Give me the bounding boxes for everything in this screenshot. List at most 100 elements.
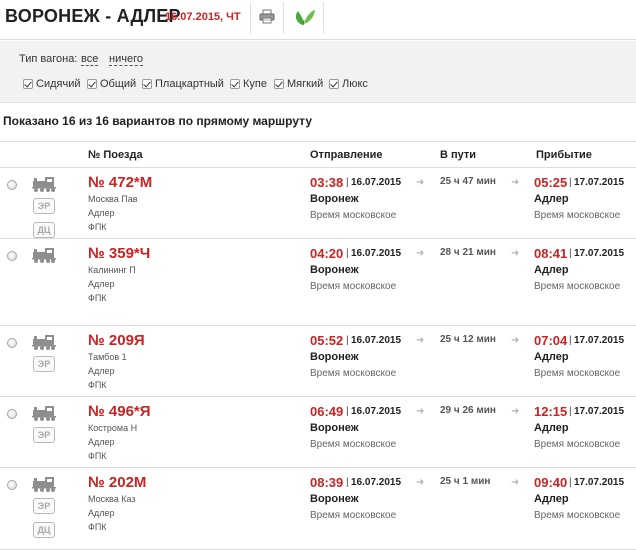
arrival-city: Адлер: [534, 264, 569, 276]
train-number[interactable]: № 202М: [88, 474, 146, 491]
column-departure[interactable]: Отправление: [310, 149, 383, 161]
arrow-right-icon: ➜: [511, 248, 520, 259]
departure-time: 05:52: [310, 333, 344, 348]
train-select-radio[interactable]: [7, 409, 17, 419]
separator: |: [569, 177, 572, 188]
arrival-city: Адлер: [534, 493, 569, 505]
departure-time: 08:39: [310, 475, 344, 490]
arrow-right-icon: ➜: [416, 177, 425, 188]
arrival-date: 17.07.2015: [574, 477, 625, 488]
separator: |: [346, 177, 349, 188]
checkbox-platskart[interactable]: Плацкартный: [142, 77, 224, 91]
departure-timezone: Время московское: [310, 510, 397, 521]
arrival-city: Адлер: [534, 193, 569, 205]
column-arrival[interactable]: Прибытие: [536, 149, 592, 161]
departure-date: 16.07.2015: [351, 177, 402, 188]
service-badge: ЭР: [33, 498, 55, 514]
travel-duration: 28 ч 21 мин: [440, 247, 496, 258]
arrival-city: Адлер: [534, 422, 569, 434]
travel-duration: 29 ч 26 мин: [440, 405, 496, 416]
car-type-filter: Тип вагона: все ничего Сидячий Общий Пла…: [0, 41, 636, 103]
arrival-timezone: Время московское: [534, 368, 621, 379]
departure-time: 03:38: [310, 175, 344, 190]
train-number[interactable]: № 472*М: [88, 174, 152, 191]
checkbox-box[interactable]: [329, 79, 339, 89]
train-number[interactable]: № 209Я: [88, 332, 145, 349]
green-leaves-icon[interactable]: [292, 7, 316, 27]
train-number[interactable]: № 359*Ч: [88, 245, 150, 262]
train-select-radio[interactable]: [7, 251, 17, 261]
departure-timezone: Время московское: [310, 210, 397, 221]
train-origin: Москва Каз: [88, 494, 136, 504]
arrival-date: 17.07.2015: [574, 335, 625, 346]
train-number[interactable]: № 496*Я: [88, 403, 151, 420]
checkbox-soft[interactable]: Мягкий: [274, 77, 323, 91]
checkbox-box[interactable]: [142, 79, 152, 89]
arrow-right-icon: ➜: [511, 406, 520, 417]
train-icon: [32, 334, 56, 350]
train-select-radio[interactable]: [7, 480, 17, 490]
service-badge: ЭР: [33, 198, 55, 214]
separator: |: [569, 335, 572, 346]
arrow-right-icon: ➜: [416, 477, 425, 488]
column-duration[interactable]: В пути: [440, 149, 476, 161]
results-summary: Показано 16 из 16 вариантов по прямому м…: [3, 114, 313, 128]
column-train: № Поезда: [88, 149, 143, 161]
service-badge: ДЦ: [33, 522, 55, 538]
arrow-right-icon: ➜: [511, 477, 520, 488]
train-select-radio[interactable]: [7, 338, 17, 348]
departure-timezone: Время московское: [310, 281, 397, 292]
train-icon: [32, 176, 56, 192]
checkbox-lux[interactable]: Люкс: [329, 77, 368, 91]
train-icon: [32, 405, 56, 421]
train-row[interactable]: ЭР ДЦ № 472*М Москва Пав Адлер ФПК 03:38 | 16.07…: [0, 168, 636, 239]
departure-date: 16.07.2015: [351, 248, 402, 259]
checkbox-kupe[interactable]: Купе: [230, 77, 267, 91]
train-row[interactable]: № 359*Ч Калининг П Адлер ФПК 04:20 | 16.07.201…: [0, 239, 636, 326]
checkbox-box[interactable]: [23, 79, 33, 89]
service-badge: ЭР: [33, 427, 55, 443]
train-carrier: ФПК: [88, 451, 107, 461]
separator: |: [346, 248, 349, 259]
separator: |: [569, 477, 572, 488]
arrow-right-icon: ➜: [511, 335, 520, 346]
train-select-radio[interactable]: [7, 180, 17, 190]
arrival-time: 07:04: [534, 333, 568, 348]
select-all-link[interactable]: все: [81, 53, 99, 66]
arrival-date: 17.07.2015: [574, 177, 625, 188]
train-row[interactable]: ЭР № 496*Я Кострома Н Адлер ФПК 06:49 | 16.07.2…: [0, 397, 636, 468]
arrival-timezone: Время московское: [534, 439, 621, 450]
departure-city: Воронеж: [310, 493, 359, 505]
arrow-right-icon: ➜: [416, 248, 425, 259]
separator: |: [569, 406, 572, 417]
page-header: ВОРОНЕЖ - АДЛЕР 16.07.2015, ЧТ: [0, 0, 636, 40]
train-destination: Адлер: [88, 208, 115, 218]
departure-city: Воронеж: [310, 264, 359, 276]
checkbox-sitting[interactable]: Сидячий: [23, 77, 80, 91]
departure-city: Воронеж: [310, 422, 359, 434]
select-none-link[interactable]: ничего: [109, 53, 143, 66]
train-icon: [32, 476, 56, 492]
header-divider: [250, 2, 251, 34]
train-destination: Адлер: [88, 437, 115, 447]
travel-duration: 25 ч 47 мин: [440, 176, 496, 187]
separator: |: [346, 477, 349, 488]
train-row[interactable]: ЭР ДЦ № 202М Москва Каз Адлер ФПК 08:39 | 16.07.…: [0, 468, 636, 550]
checkbox-box[interactable]: [230, 79, 240, 89]
departure-timezone: Время московское: [310, 439, 397, 450]
checkbox-general[interactable]: Общий: [87, 77, 136, 91]
arrow-right-icon: ➜: [416, 406, 425, 417]
route-date: 16.07.2015, ЧТ: [165, 11, 241, 23]
printer-icon[interactable]: [259, 9, 275, 24]
arrival-timezone: Время московское: [534, 210, 621, 221]
arrow-right-icon: ➜: [511, 177, 520, 188]
train-icon: [32, 247, 56, 263]
header-divider: [283, 2, 284, 34]
checkbox-box[interactable]: [274, 79, 284, 89]
travel-duration: 25 ч 1 мин: [440, 476, 491, 487]
train-row[interactable]: ЭР № 209Я Тамбов 1 Адлер ФПК 05:52 | 16.07.2015…: [0, 326, 636, 397]
checkbox-box[interactable]: [87, 79, 97, 89]
route-title: ВОРОНЕЖ - АДЛЕР: [5, 6, 181, 26]
departure-city: Воронеж: [310, 351, 359, 363]
service-badge: ЭР: [33, 356, 55, 372]
